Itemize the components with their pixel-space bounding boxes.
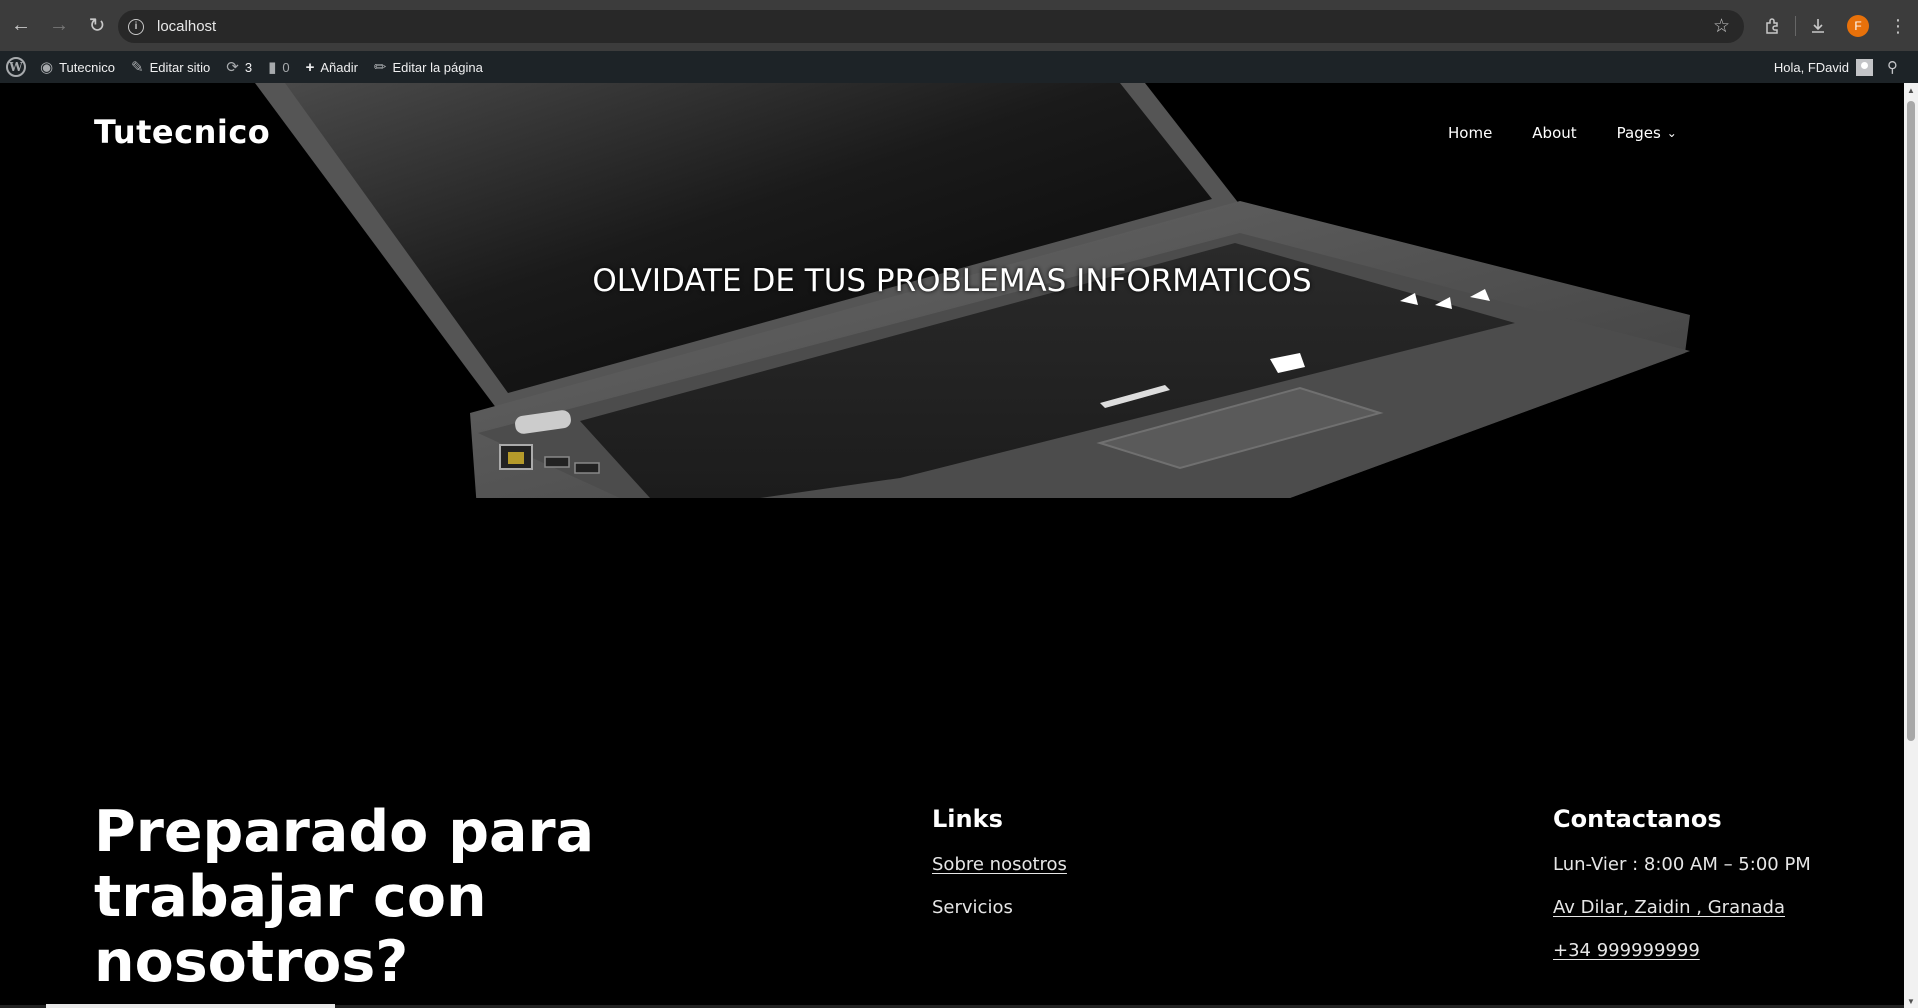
contact-heading: Contactanos bbox=[1553, 805, 1722, 833]
footer-cta-heading: Preparado para trabajar con nosotros? bbox=[94, 799, 595, 995]
chevron-down-icon: ⌄ bbox=[1666, 126, 1677, 140]
nav-pages[interactable]: Pages ⌄ bbox=[1617, 124, 1677, 142]
reload-button[interactable]: ↻ bbox=[80, 9, 114, 43]
toolbar-divider bbox=[1795, 16, 1796, 36]
comments-count: 0 bbox=[282, 59, 290, 75]
dashboard-icon: ◉ bbox=[40, 59, 54, 76]
link-sobre-nosotros[interactable]: Sobre nosotros bbox=[932, 851, 1067, 894]
hero-heading: OLVIDATE DE TUS PROBLEMAS INFORMATICOS bbox=[592, 263, 1312, 299]
admin-bar-edit-page-label: Editar la página bbox=[392, 59, 483, 75]
download-icon[interactable] bbox=[1798, 9, 1838, 43]
star-icon[interactable]: ☆ bbox=[1713, 15, 1730, 38]
kebab-menu-icon[interactable]: ⋮ bbox=[1878, 9, 1918, 43]
admin-bar-updates[interactable]: ⟳ 3 bbox=[218, 51, 260, 83]
admin-bar-site-name: Tutecnico bbox=[59, 59, 115, 75]
arrow-left-icon: ← bbox=[11, 14, 31, 36]
profile-button[interactable]: F bbox=[1838, 9, 1878, 43]
updates-icon: ⟳ bbox=[226, 59, 239, 76]
links-heading: Links bbox=[932, 805, 1003, 833]
footer-links-column: Links Sobre nosotros Servicios bbox=[932, 805, 1067, 937]
info-icon[interactable]: i bbox=[128, 18, 144, 35]
admin-bar-add-new[interactable]: + Añadir bbox=[298, 51, 366, 83]
scrollbar-thumb[interactable] bbox=[1907, 101, 1915, 741]
admin-bar-edit-site-label: Editar sitio bbox=[149, 59, 211, 75]
site-title[interactable]: Tutecnico bbox=[94, 113, 270, 151]
browser-toolbar: ← → ↻ i localhost ☆ F ⋮ bbox=[0, 0, 1918, 51]
avatar[interactable] bbox=[1856, 58, 1873, 76]
reload-icon: ↻ bbox=[88, 15, 106, 37]
pencil-icon: ✏ bbox=[373, 59, 387, 76]
admin-bar: W ◉ Tutecnico ✎ Editar sitio ⟳ 3 ▮ 0 + A… bbox=[0, 51, 1918, 83]
page-scrollbar[interactable]: ▲ ▼ bbox=[1904, 83, 1918, 1008]
nav-about[interactable]: About bbox=[1532, 124, 1576, 142]
avatar: F bbox=[1847, 15, 1869, 37]
puzzle-icon[interactable] bbox=[1753, 9, 1793, 43]
nav-home[interactable]: Home bbox=[1448, 124, 1492, 142]
updates-count: 3 bbox=[244, 59, 253, 75]
admin-bar-comments[interactable]: ▮ 0 bbox=[260, 51, 298, 83]
page-content: Tutecnico Home About Pages ⌄ OLVIDATE DE… bbox=[0, 83, 1904, 1008]
scroll-down-icon[interactable]: ▼ bbox=[1904, 994, 1918, 1008]
address-bar[interactable]: i localhost ☆ bbox=[118, 10, 1744, 43]
search-icon[interactable]: ⚲ bbox=[1887, 58, 1898, 76]
plus-icon: + bbox=[305, 58, 315, 76]
bottom-indicator bbox=[46, 1004, 335, 1008]
browser-actions: F ⋮ bbox=[1753, 9, 1918, 43]
admin-bar-edit-site[interactable]: ✎ Editar sitio bbox=[123, 51, 218, 83]
contact-phone-link[interactable]: +34 999999999 bbox=[1553, 937, 1811, 980]
url-text[interactable]: localhost bbox=[157, 18, 216, 35]
arrow-right-icon: → bbox=[49, 14, 69, 36]
admin-bar-account: Hola, FDavid ⚲ bbox=[1774, 51, 1918, 83]
brush-icon: ✎ bbox=[130, 59, 144, 76]
admin-bar-greeting[interactable]: Hola, FDavid bbox=[1774, 60, 1849, 75]
footer-contact-column: Contactanos Lun-Vier : 8:00 AM – 5:00 PM… bbox=[1553, 805, 1811, 980]
comment-icon: ▮ bbox=[268, 59, 277, 76]
contact-hours: Lun-Vier : 8:00 AM – 5:00 PM bbox=[1553, 854, 1811, 875]
wordpress-logo-icon[interactable]: W bbox=[6, 57, 26, 77]
admin-bar-site[interactable]: ◉ Tutecnico bbox=[32, 51, 123, 83]
nav-pages-label: Pages bbox=[1616, 124, 1661, 142]
link-servicios[interactable]: Servicios bbox=[932, 894, 1067, 937]
admin-bar-add-new-label: Añadir bbox=[320, 59, 358, 75]
scroll-up-icon[interactable]: ▲ bbox=[1904, 83, 1918, 97]
forward-button[interactable]: → bbox=[42, 9, 76, 43]
back-button[interactable]: ← bbox=[4, 9, 38, 43]
admin-bar-edit-page[interactable]: ✏ Editar la página bbox=[366, 51, 491, 83]
contact-address-link[interactable]: Av Dilar, Zaidin , Granada bbox=[1553, 894, 1811, 937]
main-nav: Home About Pages ⌄ bbox=[1448, 124, 1717, 142]
